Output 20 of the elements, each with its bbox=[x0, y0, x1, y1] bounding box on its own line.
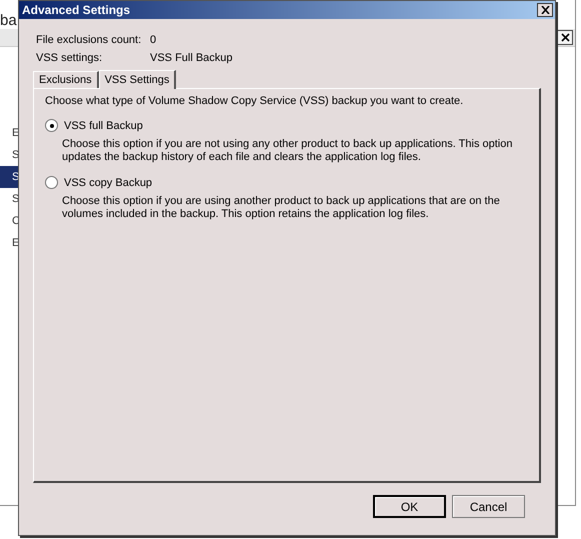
close-icon bbox=[540, 6, 550, 14]
close-button[interactable] bbox=[537, 3, 553, 17]
summary-value: VSS Full Backup bbox=[150, 52, 233, 64]
radio-button[interactable] bbox=[45, 119, 58, 132]
window-title: ba bbox=[0, 12, 17, 29]
cancel-button[interactable]: Cancel bbox=[452, 495, 525, 518]
close-icon[interactable] bbox=[557, 30, 573, 45]
option-label[interactable]: VSS copy Backup bbox=[64, 176, 152, 188]
summary-label: File exclusions count: bbox=[36, 34, 142, 46]
summary-value: 0 bbox=[150, 34, 156, 46]
option-label[interactable]: VSS full Backup bbox=[64, 120, 143, 132]
intro-text: Choose what type of Volume Shadow Copy Service (VSS) backup you want to create. bbox=[45, 95, 464, 107]
option-description: Choose this option if you are not using any other product to back up applications. This option updates the backup history of each file and clears the application log files. bbox=[62, 138, 514, 164]
option-description: Choose this option if you are using another product to back up applications that are on the volumes included in the backup. This option retains the application log files. bbox=[62, 195, 501, 221]
tab[interactable]: VSS Settings bbox=[98, 70, 176, 89]
window-title: Advanced Settings bbox=[22, 3, 130, 17]
summary-label: VSS settings: bbox=[36, 52, 104, 64]
tab[interactable]: Exclusions bbox=[33, 71, 99, 88]
ok-button[interactable]: OK bbox=[373, 495, 446, 518]
radio-button[interactable] bbox=[45, 176, 58, 189]
